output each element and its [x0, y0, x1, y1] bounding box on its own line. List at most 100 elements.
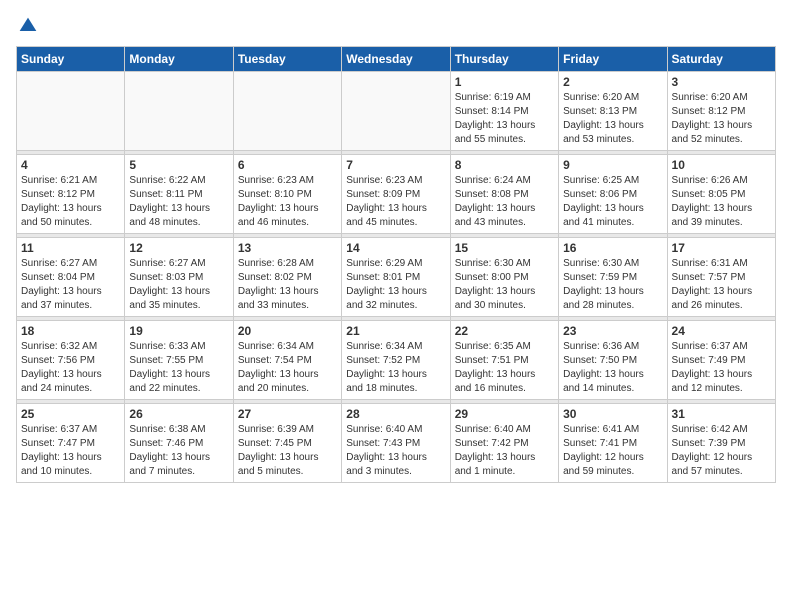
- calendar-cell: 23Sunrise: 6:36 AM Sunset: 7:50 PM Dayli…: [559, 321, 667, 400]
- day-number: 20: [238, 324, 337, 338]
- calendar-cell: 26Sunrise: 6:38 AM Sunset: 7:46 PM Dayli…: [125, 404, 233, 483]
- day-info: Sunrise: 6:33 AM Sunset: 7:55 PM Dayligh…: [129, 340, 228, 396]
- weekday-header-row: SundayMondayTuesdayWednesdayThursdayFrid…: [17, 47, 776, 72]
- day-info: Sunrise: 6:42 AM Sunset: 7:39 PM Dayligh…: [672, 423, 771, 479]
- calendar-cell: [342, 72, 450, 151]
- day-number: 15: [455, 241, 554, 255]
- day-info: Sunrise: 6:20 AM Sunset: 8:13 PM Dayligh…: [563, 91, 662, 147]
- calendar-cell: 30Sunrise: 6:41 AM Sunset: 7:41 PM Dayli…: [559, 404, 667, 483]
- day-number: 6: [238, 158, 337, 172]
- calendar-cell: 29 Sunrise: 6:40 AM Sunset: 7:42 PM Dayli…: [450, 404, 558, 483]
- calendar-cell: 8 Sunrise: 6:24 AM Sunset: 8:08 PM Daylig…: [450, 155, 558, 234]
- day-number: 13: [238, 241, 337, 255]
- day-info: Sunrise: 6:27 AM Sunset: 8:03 PM Dayligh…: [129, 257, 228, 313]
- day-info: Sunrise: 6:29 AM Sunset: 8:01 PM Dayligh…: [346, 257, 445, 313]
- day-number: 4: [21, 158, 120, 172]
- calendar-cell: 9 Sunrise: 6:25 AM Sunset: 8:06 PM Daylig…: [559, 155, 667, 234]
- day-number: 28: [346, 407, 445, 421]
- day-number: 27: [238, 407, 337, 421]
- day-number: 12: [129, 241, 228, 255]
- day-info: Sunrise: 6:28 AM Sunset: 8:02 PM Dayligh…: [238, 257, 337, 313]
- calendar-cell: 14 Sunrise: 6:29 AM Sunset: 8:01 PM Dayli…: [342, 238, 450, 317]
- day-info: Sunrise: 6:35 AM Sunset: 7:51 PM Dayligh…: [455, 340, 554, 396]
- day-number: 14: [346, 241, 445, 255]
- calendar-cell: [233, 72, 341, 151]
- day-info: Sunrise: 6:40 AM Sunset: 7:43 PM Dayligh…: [346, 423, 445, 479]
- day-info: Sunrise: 6:25 AM Sunset: 8:06 PM Dayligh…: [563, 174, 662, 230]
- calendar-cell: 13 Sunrise: 6:28 AM Sunset: 8:02 PM Dayli…: [233, 238, 341, 317]
- day-number: 26: [129, 407, 228, 421]
- calendar-cell: 16 Sunrise: 6:30 AM Sunset: 7:59 PM Dayli…: [559, 238, 667, 317]
- day-number: 3: [672, 75, 771, 89]
- calendar-cell: 22Sunrise: 6:35 AM Sunset: 7:51 PM Dayli…: [450, 321, 558, 400]
- calendar: SundayMondayTuesdayWednesdayThursdayFrid…: [16, 46, 776, 483]
- logo: [16, 16, 38, 36]
- day-info: Sunrise: 6:30 AM Sunset: 8:00 PM Dayligh…: [455, 257, 554, 313]
- calendar-cell: 5 Sunrise: 6:22 AM Sunset: 8:11 PM Daylig…: [125, 155, 233, 234]
- day-number: 30: [563, 407, 662, 421]
- day-info: Sunrise: 6:21 AM Sunset: 8:12 PM Dayligh…: [21, 174, 120, 230]
- day-number: 16: [563, 241, 662, 255]
- calendar-cell: 28 Sunrise: 6:40 AM Sunset: 7:43 PM Dayli…: [342, 404, 450, 483]
- weekday-header-tuesday: Tuesday: [233, 47, 341, 72]
- calendar-cell: 19 Sunrise: 6:33 AM Sunset: 7:55 PM Dayli…: [125, 321, 233, 400]
- day-number: 23: [563, 324, 662, 338]
- day-info: Sunrise: 6:22 AM Sunset: 8:11 PM Dayligh…: [129, 174, 228, 230]
- calendar-cell: 15 Sunrise: 6:30 AM Sunset: 8:00 PM Dayli…: [450, 238, 558, 317]
- day-number: 19: [129, 324, 228, 338]
- calendar-cell: 21 Sunrise: 6:34 AM Sunset: 7:52 PM Dayli…: [342, 321, 450, 400]
- day-number: 7: [346, 158, 445, 172]
- day-number: 2: [563, 75, 662, 89]
- calendar-week-row: 11 Sunrise: 6:27 AM Sunset: 8:04 PM Dayli…: [17, 238, 776, 317]
- day-number: 10: [672, 158, 771, 172]
- day-number: 24: [672, 324, 771, 338]
- header: [16, 16, 776, 36]
- day-number: 1: [455, 75, 554, 89]
- day-info: Sunrise: 6:39 AM Sunset: 7:45 PM Dayligh…: [238, 423, 337, 479]
- calendar-cell: 6 Sunrise: 6:23 AM Sunset: 8:10 PM Daylig…: [233, 155, 341, 234]
- calendar-cell: 27 Sunrise: 6:39 AM Sunset: 7:45 PM Dayli…: [233, 404, 341, 483]
- day-info: Sunrise: 6:34 AM Sunset: 7:54 PM Dayligh…: [238, 340, 337, 396]
- weekday-header-saturday: Saturday: [667, 47, 775, 72]
- day-info: Sunrise: 6:20 AM Sunset: 8:12 PM Dayligh…: [672, 91, 771, 147]
- day-info: Sunrise: 6:23 AM Sunset: 8:10 PM Dayligh…: [238, 174, 337, 230]
- day-info: Sunrise: 6:23 AM Sunset: 8:09 PM Dayligh…: [346, 174, 445, 230]
- day-info: Sunrise: 6:24 AM Sunset: 8:08 PM Dayligh…: [455, 174, 554, 230]
- day-info: Sunrise: 6:34 AM Sunset: 7:52 PM Dayligh…: [346, 340, 445, 396]
- calendar-cell: 24 Sunrise: 6:37 AM Sunset: 7:49 PM Dayli…: [667, 321, 775, 400]
- calendar-week-row: 18Sunrise: 6:32 AM Sunset: 7:56 PM Dayli…: [17, 321, 776, 400]
- calendar-cell: 4 Sunrise: 6:21 AM Sunset: 8:12 PM Daylig…: [17, 155, 125, 234]
- day-number: 29: [455, 407, 554, 421]
- weekday-header-sunday: Sunday: [17, 47, 125, 72]
- day-info: Sunrise: 6:37 AM Sunset: 7:49 PM Dayligh…: [672, 340, 771, 396]
- day-info: Sunrise: 6:19 AM Sunset: 8:14 PM Dayligh…: [455, 91, 554, 147]
- calendar-cell: 20 Sunrise: 6:34 AM Sunset: 7:54 PM Dayli…: [233, 321, 341, 400]
- weekday-header-wednesday: Wednesday: [342, 47, 450, 72]
- day-number: 9: [563, 158, 662, 172]
- calendar-cell: 31 Sunrise: 6:42 AM Sunset: 7:39 PM Dayli…: [667, 404, 775, 483]
- calendar-cell: 1 Sunrise: 6:19 AM Sunset: 8:14 PM Daylig…: [450, 72, 558, 151]
- calendar-cell: 2 Sunrise: 6:20 AM Sunset: 8:13 PM Daylig…: [559, 72, 667, 151]
- logo-icon: [18, 16, 38, 36]
- calendar-cell: 25Sunrise: 6:37 AM Sunset: 7:47 PM Dayli…: [17, 404, 125, 483]
- calendar-cell: 17Sunrise: 6:31 AM Sunset: 7:57 PM Dayli…: [667, 238, 775, 317]
- day-number: 21: [346, 324, 445, 338]
- calendar-cell: 18Sunrise: 6:32 AM Sunset: 7:56 PM Dayli…: [17, 321, 125, 400]
- weekday-header-monday: Monday: [125, 47, 233, 72]
- day-info: Sunrise: 6:32 AM Sunset: 7:56 PM Dayligh…: [21, 340, 120, 396]
- day-info: Sunrise: 6:26 AM Sunset: 8:05 PM Dayligh…: [672, 174, 771, 230]
- day-number: 17: [672, 241, 771, 255]
- day-number: 11: [21, 241, 120, 255]
- day-number: 8: [455, 158, 554, 172]
- weekday-header-thursday: Thursday: [450, 47, 558, 72]
- calendar-cell: 3 Sunrise: 6:20 AM Sunset: 8:12 PM Daylig…: [667, 72, 775, 151]
- day-info: Sunrise: 6:27 AM Sunset: 8:04 PM Dayligh…: [21, 257, 120, 313]
- day-number: 5: [129, 158, 228, 172]
- calendar-week-row: 4 Sunrise: 6:21 AM Sunset: 8:12 PM Daylig…: [17, 155, 776, 234]
- day-info: Sunrise: 6:40 AM Sunset: 7:42 PM Dayligh…: [455, 423, 554, 479]
- day-number: 31: [672, 407, 771, 421]
- day-info: Sunrise: 6:30 AM Sunset: 7:59 PM Dayligh…: [563, 257, 662, 313]
- calendar-cell: 11 Sunrise: 6:27 AM Sunset: 8:04 PM Dayli…: [17, 238, 125, 317]
- calendar-week-row: 25Sunrise: 6:37 AM Sunset: 7:47 PM Dayli…: [17, 404, 776, 483]
- calendar-cell: 7 Sunrise: 6:23 AM Sunset: 8:09 PM Daylig…: [342, 155, 450, 234]
